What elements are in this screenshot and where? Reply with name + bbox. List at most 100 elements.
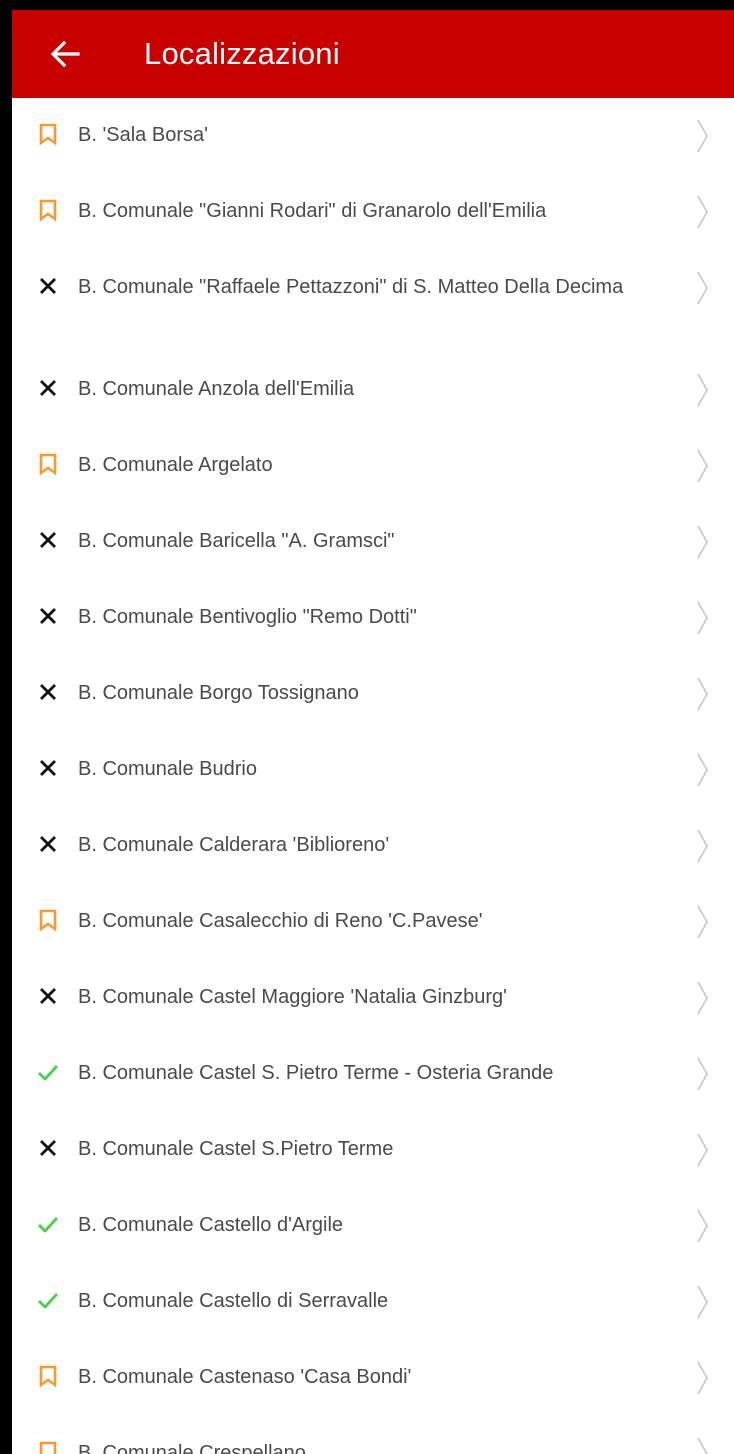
chevron-icon-wrap [696,524,710,560]
list-item[interactable]: B. Comunale Budrio [12,732,734,808]
list-item[interactable]: B. Comunale "Gianni Rodari" di Granarolo… [12,174,734,250]
chevron-icon-wrap [696,904,710,940]
chevron-icon-wrap [696,980,710,1016]
list-item-label: B. Comunale "Gianni Rodari" di Granarolo… [78,200,547,222]
status-icon [36,376,60,400]
list-item-label: B. Comunale Borgo Tossignano [78,682,359,704]
status-icon [36,604,60,628]
list-item[interactable]: B. Comunale Castello di Serravalle [12,1264,734,1340]
close-icon [40,684,56,700]
chevron-icon-wrap [696,1208,710,1244]
chevron-right-icon [697,1209,708,1243]
status-icon [36,528,60,552]
chevron-icon-wrap [696,1132,710,1168]
chevron-right-icon [697,829,708,863]
list-item[interactable]: B. Comunale Castel S. Pietro Terme - Ost… [12,1036,734,1112]
list-item[interactable]: B. Comunale Crespellano [12,1416,734,1454]
bookmark-icon [39,199,57,222]
list-item-label: B. Comunale Castenaso 'Casa Bondi' [78,1366,412,1388]
list-item-label: B. Comunale Argelato [78,454,273,476]
status-icon [36,680,60,704]
status-icon [36,756,60,780]
list-item[interactable]: B. Comunale Castello d'Argile [12,1188,734,1264]
list-item-label: B. Comunale Castello di Serravalle [78,1290,389,1312]
status-icon [36,1288,60,1312]
close-icon [40,278,56,294]
chevron-right-icon [697,905,708,939]
list-item[interactable]: B. Comunale Bentivoglio "Remo Dotti" [12,580,734,656]
chevron-right-icon [697,601,708,635]
chevron-right-icon [697,119,708,153]
chevron-right-icon [697,525,708,559]
list-item-label: B. Comunale Calderara 'Biblioreno' [78,834,390,856]
close-icon [40,836,56,852]
chevron-icon-wrap [696,600,710,636]
bookmark-icon [39,909,57,932]
list-item-label: B. Comunale Baricella "A. Gramsci" [78,530,395,552]
close-icon [40,988,56,1004]
list-item-label: B. Comunale Castel S.Pietro Terme [78,1138,394,1160]
close-icon [40,532,56,548]
chevron-right-icon [697,1285,708,1319]
status-icon [36,1212,60,1236]
chevron-icon-wrap [696,448,710,484]
status-icon [36,908,60,932]
check-icon [38,1293,59,1309]
list-item-label: B. Comunale "Raffaele Pettazzoni" di S. … [78,276,624,298]
status-icon [36,274,60,298]
arrow-left-icon [50,40,80,68]
app-bar: Localizzazioni [12,10,734,98]
chevron-icon-wrap [696,118,710,154]
chevron-icon-wrap [696,1436,710,1454]
list-item-label: B. Comunale Bentivoglio "Remo Dotti" [78,606,417,628]
list-item[interactable]: B. Comunale "Raffaele Pettazzoni" di S. … [12,250,734,352]
bookmark-icon [39,1365,57,1388]
close-icon [40,760,56,776]
chevron-icon-wrap [696,1360,710,1396]
list-item[interactable]: B. Comunale Castel S.Pietro Terme [12,1112,734,1188]
chevron-right-icon [697,753,708,787]
list-item[interactable]: B. 'Sala Borsa' [12,98,734,174]
chevron-right-icon [697,271,708,305]
close-icon [40,380,56,396]
list-item[interactable]: B. Comunale Anzola dell'Emilia [12,352,734,428]
page-title: Localizzazioni [144,36,340,71]
chevron-right-icon [697,1361,708,1395]
chevron-icon-wrap [696,752,710,788]
status-icon [36,122,60,146]
bookmark-icon [39,453,57,476]
list-item-label: B. Comunale Castel Maggiore 'Natalia Gin… [78,986,507,1008]
chevron-icon-wrap [696,1056,710,1092]
chevron-right-icon [697,449,708,483]
chevron-right-icon [697,195,708,229]
back-button[interactable] [50,40,80,68]
chevron-right-icon [697,1057,708,1091]
list-item[interactable]: B. Comunale Castel Maggiore 'Natalia Gin… [12,960,734,1036]
list-item[interactable]: B. Comunale Calderara 'Biblioreno' [12,808,734,884]
chevron-icon-wrap [696,828,710,864]
list-item-label: B. Comunale Casalecchio di Reno 'C.Paves… [78,910,483,932]
list-item-label: B. Comunale Crespellano [78,1442,306,1454]
list-item[interactable]: B. Comunale Castenaso 'Casa Bondi' [12,1340,734,1416]
check-icon [38,1065,59,1081]
status-icon [36,1364,60,1388]
chevron-right-icon [697,981,708,1015]
bookmark-icon [39,123,57,146]
list-item-label: B. Comunale Budrio [78,758,257,780]
chevron-icon-wrap [696,676,710,712]
status-icon [36,1136,60,1160]
status-icon [36,832,60,856]
app-screen: Localizzazioni B. 'Sala Borsa' B. Comunal… [12,10,734,1454]
chevron-icon-wrap [696,1284,710,1320]
list-item[interactable]: B. Comunale Borgo Tossignano [12,656,734,732]
chevron-right-icon [697,677,708,711]
check-icon [38,1217,59,1233]
list-item-label: B. Comunale Anzola dell'Emilia [78,378,355,400]
list-item[interactable]: B. Comunale Baricella "A. Gramsci" [12,504,734,580]
list-item[interactable]: B. Comunale Argelato [12,428,734,504]
list-item[interactable]: B. Comunale Casalecchio di Reno 'C.Paves… [12,884,734,960]
locations-list: B. 'Sala Borsa' B. Comunale "Gianni Rodar… [12,98,734,1454]
status-icon [36,452,60,476]
chevron-right-icon [697,1437,708,1454]
bookmark-icon [39,1441,57,1454]
